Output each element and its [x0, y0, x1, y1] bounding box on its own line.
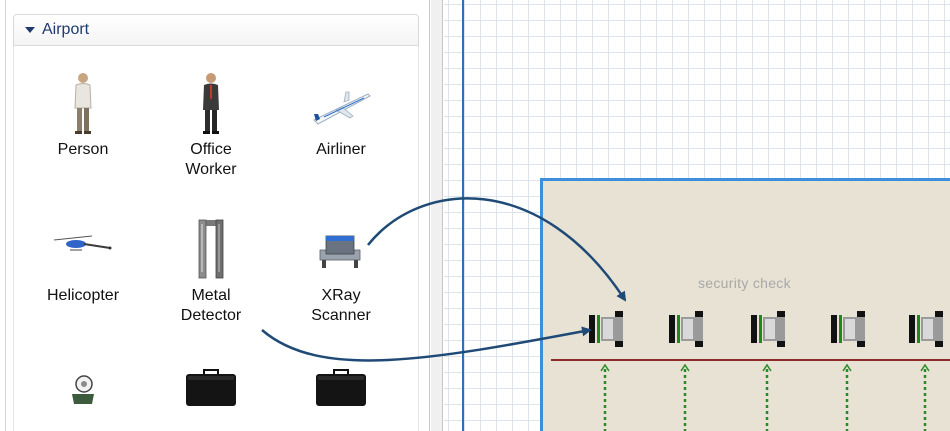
helicopter-icon — [48, 214, 118, 286]
flow-arrow — [599, 363, 611, 431]
palette-item-metal-detector[interactable]: Metal Detector — [156, 214, 266, 326]
app-window: Airport Person Office Worker Airliner He… — [0, 0, 950, 431]
camera-icon — [48, 352, 118, 424]
expand-triangle-icon[interactable] — [25, 27, 35, 33]
flow-arrow — [919, 363, 931, 431]
palette-item-label: Airliner — [316, 141, 366, 158]
palette-item-person[interactable]: Person — [28, 68, 138, 160]
area-title: security check — [698, 275, 791, 291]
metal-detector-icon — [176, 214, 246, 286]
flow-arrow — [841, 363, 853, 431]
flow-arrow — [761, 363, 773, 431]
palette-item-airliner[interactable]: Airliner — [286, 68, 396, 160]
suitcase-icon — [306, 352, 376, 424]
model-canvas[interactable]: security check — [444, 0, 950, 431]
palette-item-xray-scanner[interactable]: XRay Scanner — [286, 214, 396, 326]
palette-edge — [0, 0, 6, 431]
palette-item-office-worker[interactable]: Office Worker — [156, 68, 266, 180]
person-icon — [48, 68, 118, 140]
security-check-station[interactable] — [669, 307, 705, 351]
palette-item-label: Helicopter — [46, 287, 120, 304]
flow-arrow — [679, 363, 691, 431]
airliner-icon — [306, 68, 376, 140]
palette-item-camera[interactable] — [28, 352, 138, 424]
security-check-station[interactable] — [831, 307, 867, 351]
canvas-axis-line — [462, 0, 464, 431]
security-check-station[interactable] — [751, 307, 787, 351]
palette-section-title: Airport — [42, 21, 90, 38]
security-check-area[interactable]: security check — [540, 178, 950, 431]
security-check-station[interactable] — [909, 307, 945, 351]
security-check-station[interactable] — [589, 307, 625, 351]
palette-body: Person Office Worker Airliner Helicopter… — [13, 46, 419, 431]
conveyor-line — [551, 359, 950, 361]
palette-item-helicopter[interactable]: Helicopter — [28, 214, 138, 306]
palette-item-suitcase[interactable] — [156, 352, 266, 424]
palette-item-label: Person — [57, 141, 109, 158]
palette-item-label: Office Worker — [185, 141, 237, 178]
office-worker-icon — [176, 68, 246, 140]
panel-splitter[interactable] — [431, 0, 443, 431]
palette-item-label: Metal Detector — [180, 287, 242, 324]
object-palette: Airport Person Office Worker Airliner He… — [0, 0, 430, 431]
suitcase-icon — [176, 352, 246, 424]
palette-item-label: XRay Scanner — [311, 287, 371, 324]
xray-scanner-icon — [306, 214, 376, 286]
palette-section-header[interactable]: Airport — [13, 14, 419, 46]
palette-item-suitcase[interactable] — [286, 352, 396, 424]
